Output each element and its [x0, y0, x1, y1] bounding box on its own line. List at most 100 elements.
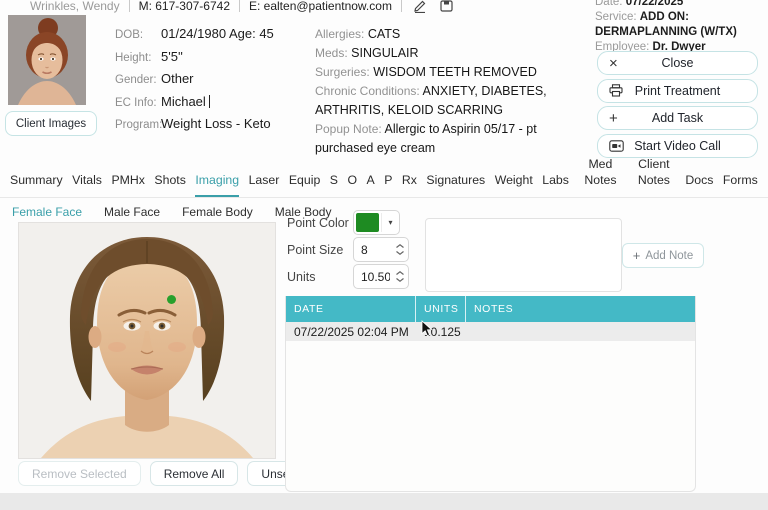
tab-laser[interactable]: Laser [249, 173, 280, 197]
stepper-up-icon[interactable] [396, 271, 404, 275]
text-caret [209, 95, 210, 108]
tab-equip[interactable]: Equip [289, 173, 320, 197]
visit-date-value: 07/22/2025 [626, 0, 684, 8]
start-video-call-button[interactable]: Start Video Call [597, 134, 758, 158]
point-color-row: Point Color ▾ [287, 210, 400, 235]
point-size-input[interactable] [354, 243, 390, 257]
column-header-notes[interactable]: NOTES [466, 296, 695, 322]
units-input[interactable] [354, 270, 390, 284]
tab-vitals[interactable]: Vitals [72, 173, 102, 197]
tab-p[interactable]: P [384, 173, 392, 197]
tab-o[interactable]: O [347, 173, 357, 197]
dob-value: 01/24/1980 Age: 45 [161, 26, 274, 41]
client-images-label: Client Images [16, 118, 86, 130]
units-row: Units [287, 264, 409, 289]
visit-info: Date: 07/22/2025 Service: ADD ON: DERMAP… [595, 0, 767, 55]
tab-client-notes[interactable]: Client Notes [632, 157, 676, 197]
surgeries-label: Surgeries: [315, 65, 370, 79]
tab-docs[interactable]: Docs [685, 173, 713, 197]
gender-label: Gender: [115, 74, 160, 86]
tab-a[interactable]: A [367, 173, 375, 197]
subtab-male-face[interactable]: Male Face [104, 205, 160, 219]
treatment-point-dot[interactable] [167, 295, 176, 304]
patient-email: E: ealten@patientnow.com [249, 0, 392, 13]
medical-summary: Allergies: CATS Meds: SINGULAIR Surgerie… [315, 25, 589, 158]
surgeries-row: Surgeries: WISDOM TEETH REMOVED [315, 63, 589, 82]
patient-chart-page: Wrinkles, Wendy M: 617-307-6742 E: ealte… [0, 0, 768, 510]
popup-note-row: Popup Note: Allergic to Aspirin 05/17 - … [315, 120, 589, 158]
point-size-row: Point Size [287, 237, 409, 262]
save-icon[interactable] [438, 0, 456, 14]
divider [239, 0, 240, 12]
patient-photo [8, 15, 86, 105]
edit-icon[interactable] [411, 0, 429, 14]
units-stepper[interactable] [353, 264, 409, 289]
tab-rx[interactable]: Rx [402, 173, 417, 197]
column-header-date[interactable]: DATE [286, 296, 416, 322]
divider [129, 0, 130, 12]
popup-note-label: Popup Note: [315, 122, 382, 136]
point-color-label: Point Color [287, 216, 353, 230]
row-units: 10.125 [416, 325, 466, 339]
demographics: DOB: 01/24/1980 Age: 45 Height: 5'5'' Ge… [115, 26, 310, 139]
start-video-call-label: Start Video Call [634, 139, 721, 153]
meds-label: Meds: [315, 46, 348, 60]
plus-icon: + [633, 248, 641, 263]
remove-all-label: Remove All [164, 467, 225, 481]
ec-info-row: EC Info: Michael [115, 94, 310, 109]
remove-all-button[interactable]: Remove All [150, 461, 239, 486]
print-treatment-label: Print Treatment [635, 84, 720, 98]
table-row[interactable]: 07/22/2025 02:04 PM 10.125 [286, 322, 695, 341]
female-face-model [19, 223, 275, 458]
chart-tabbar: Summary Vitals PMHx Shots Imaging Laser … [0, 163, 768, 198]
add-note-button[interactable]: + Add Note [622, 243, 704, 268]
action-buttons: × Close Print Treatment + Add Task Start… [597, 51, 758, 158]
tab-signatures[interactable]: Signatures [426, 173, 485, 197]
ec-info-label: EC Info: [115, 97, 160, 109]
tab-weight[interactable]: Weight [495, 173, 533, 197]
tab-summary[interactable]: Summary [10, 173, 63, 197]
subtab-female-body[interactable]: Female Body [182, 205, 253, 219]
note-input[interactable] [425, 218, 622, 292]
chronic-conditions-row: Chronic Conditions: ANXIETY, DIABETES, A… [315, 82, 589, 120]
subtab-female-face[interactable]: Female Face [12, 205, 82, 219]
tab-shots[interactable]: Shots [154, 173, 185, 197]
point-color-picker[interactable]: ▾ [353, 210, 400, 235]
point-size-arrows [396, 244, 404, 255]
allergies-label: Allergies: [315, 27, 364, 41]
tab-imaging[interactable]: Imaging [195, 173, 239, 197]
stepper-down-icon[interactable] [396, 278, 404, 282]
tab-med-notes[interactable]: Med Notes [578, 157, 622, 197]
gender-value: Other [161, 71, 194, 86]
tab-s[interactable]: S [330, 173, 338, 197]
treatment-points-table: DATE UNITS NOTES 07/22/2025 02:04 PM 10.… [285, 296, 696, 492]
tab-labs[interactable]: Labs [542, 173, 569, 197]
print-treatment-button[interactable]: Print Treatment [597, 79, 758, 103]
stepper-down-icon[interactable] [396, 251, 404, 255]
point-size-stepper[interactable] [353, 237, 409, 262]
remove-selected-button[interactable]: Remove Selected [18, 461, 141, 486]
row-date: 07/22/2025 02:04 PM [286, 325, 416, 339]
close-label: Close [662, 56, 694, 70]
visit-service-line: Service: ADD ON: DERMAPLANNING (W/TX) [595, 10, 767, 40]
program-label: Program: [115, 119, 160, 131]
tab-pmhx[interactable]: PMHx [111, 173, 144, 197]
allergies-row: Allergies: CATS [315, 25, 589, 44]
visit-date-line: Date: 07/22/2025 [595, 0, 767, 10]
close-button[interactable]: × Close [597, 51, 758, 75]
patient-name: Wrinkles, Wendy [30, 0, 120, 13]
visit-date-label: Date: [595, 0, 623, 8]
add-task-button[interactable]: + Add Task [597, 106, 758, 130]
column-header-units[interactable]: UNITS [416, 296, 466, 322]
program-row: Program: Weight Loss - Keto [115, 116, 310, 131]
bottom-strip [0, 493, 768, 510]
ec-info-field[interactable]: Michael [161, 94, 210, 109]
tab-forms[interactable]: Forms [723, 173, 758, 197]
client-images-button[interactable]: Client Images [5, 111, 97, 136]
plus-icon: + [609, 111, 618, 126]
image-panel-buttons: Remove Selected Remove All Unselect [18, 461, 322, 486]
stepper-up-icon[interactable] [396, 244, 404, 248]
video-icon [609, 140, 624, 152]
face-image-canvas[interactable] [18, 222, 276, 459]
height-row: Height: 5'5'' [115, 49, 310, 64]
